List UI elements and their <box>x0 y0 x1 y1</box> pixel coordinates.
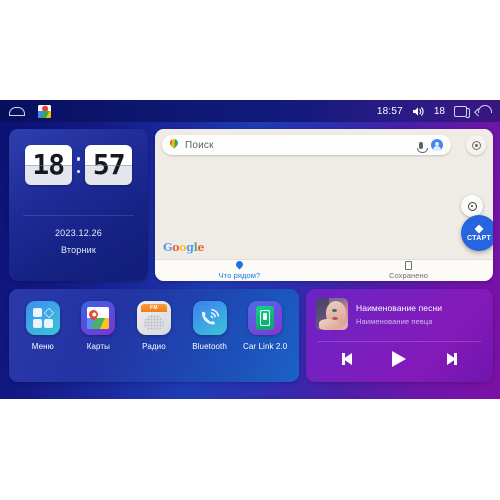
clock-minutes: 57 <box>92 148 126 181</box>
clock-date: 2023.12.26 <box>54 228 103 238</box>
start-navigation-button[interactable]: СТАРТ <box>461 215 493 251</box>
search-input[interactable]: Поиск <box>185 140 413 151</box>
map-search-bar[interactable]: Поиск <box>162 135 451 155</box>
car-head-unit-home-screen: 18:57 18 18 57 2023.12.26 Вторник Поиск … <box>0 100 500 399</box>
microphone-icon[interactable] <box>416 141 428 153</box>
clock-weekday: Вторник <box>60 245 97 255</box>
app-car-link[interactable]: Car Link 2.0 <box>237 301 293 351</box>
app-dock-panel: Меню Карты FM Радио Bluetooth Car Link 2… <box>9 289 299 382</box>
previous-track-icon[interactable] <box>342 352 356 366</box>
music-track-info: Наименование песни Наименование певца <box>306 289 493 330</box>
volume-level: 18 <box>433 105 445 117</box>
clock-divider <box>23 215 134 216</box>
status-bar-left-group <box>9 104 51 118</box>
app-bluetooth[interactable]: Bluetooth <box>182 301 238 351</box>
status-bar-right-group: 18:57 18 <box>376 105 492 118</box>
map-tab-saved-label: Сохранено <box>388 271 429 280</box>
map-settings-button[interactable] <box>466 135 486 155</box>
app-maps[interactable]: Карты <box>71 301 127 351</box>
volume-icon[interactable] <box>412 106 425 117</box>
music-metadata: Наименование песни Наименование певца <box>356 303 442 326</box>
app-radio[interactable]: FM Радио <box>126 301 182 351</box>
bookmark-icon <box>405 261 412 270</box>
my-location-button[interactable] <box>461 195 483 217</box>
app-radio-label: Радио <box>142 342 166 351</box>
map-tab-nearby[interactable]: Что рядом? <box>155 260 324 281</box>
clock-colon <box>76 157 82 173</box>
app-menu-label: Меню <box>31 342 54 351</box>
account-avatar-icon[interactable] <box>430 138 444 152</box>
google-attribution: Google <box>163 241 205 254</box>
clock-minutes-card: 57 <box>85 145 133 185</box>
app-menu[interactable]: Меню <box>15 301 71 351</box>
map-bottom-tabs: Что рядом? Сохранено <box>155 259 493 281</box>
map-canvas[interactable]: Поиск Google СТАРТ <box>155 129 493 259</box>
flip-clock: 18 57 <box>9 145 148 185</box>
recents-icon[interactable] <box>454 105 470 118</box>
clock-hours: 18 <box>32 148 65 181</box>
music-controls <box>306 342 493 367</box>
navigation-diamond-icon <box>474 224 484 234</box>
status-bar-clock: 18:57 <box>376 105 403 117</box>
bluetooth-phone-icon <box>192 301 227 335</box>
music-player-widget[interactable]: Наименование песни Наименование певца <box>306 289 493 382</box>
album-art <box>316 298 348 330</box>
google-maps-icon <box>81 301 116 335</box>
home-icon[interactable] <box>9 106 25 116</box>
map-tab-saved[interactable]: Сохранено <box>324 260 493 281</box>
clock-widget[interactable]: 18 57 2023.12.26 Вторник <box>9 129 148 281</box>
clock-hours-card: 18 <box>24 145 72 185</box>
track-artist: Наименование певца <box>356 316 433 326</box>
app-car-link-label: Car Link 2.0 <box>243 342 288 351</box>
back-icon[interactable] <box>476 105 492 117</box>
start-button-label: СТАРТ <box>466 234 492 242</box>
google-maps-icon[interactable] <box>38 104 51 118</box>
map-settings-icon <box>471 140 481 150</box>
map-tab-nearby-label: Что рядом? <box>218 271 261 280</box>
next-track-icon[interactable] <box>443 352 457 366</box>
app-maps-label: Карты <box>86 342 111 351</box>
my-location-icon <box>467 201 477 211</box>
location-pin-icon <box>236 261 243 270</box>
google-maps-widget[interactable]: Поиск Google СТАРТ Что рядом? Сохранено <box>155 129 493 281</box>
status-bar: 18:57 18 <box>0 100 500 122</box>
app-bluetooth-label: Bluetooth <box>192 342 227 351</box>
maps-pin-icon <box>169 139 179 152</box>
play-icon[interactable] <box>392 351 407 367</box>
fm-radio-icon: FM <box>136 301 171 335</box>
track-title: Наименование песни <box>356 302 443 313</box>
apps-grid-icon <box>25 301 60 335</box>
car-link-icon <box>248 301 283 335</box>
